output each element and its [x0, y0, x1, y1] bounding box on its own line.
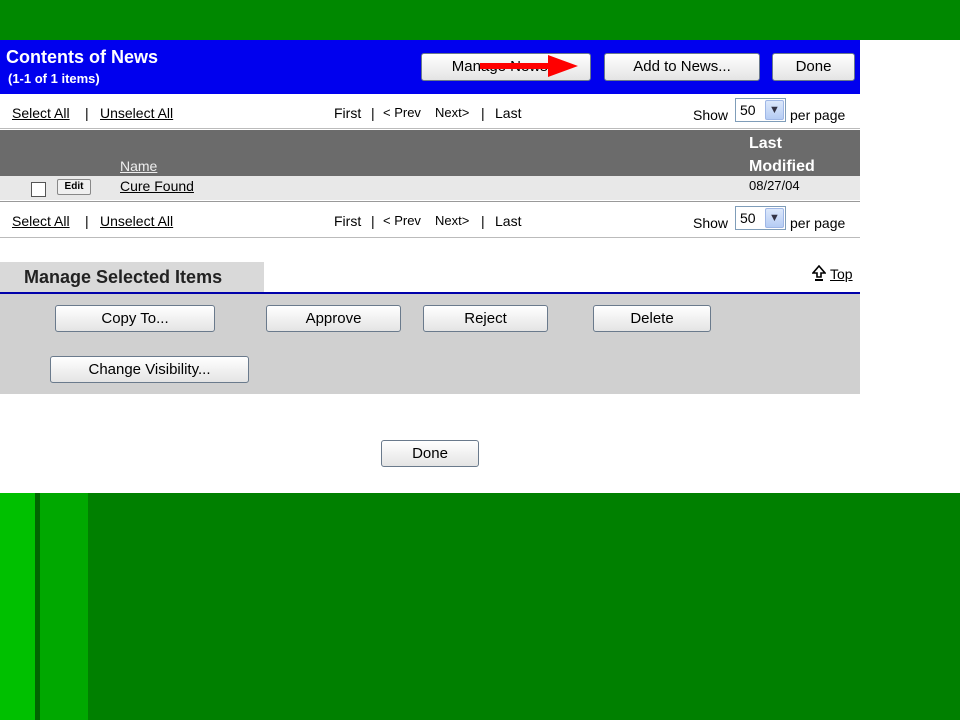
- prev-page-link[interactable]: < Prev: [383, 105, 421, 120]
- approve-button[interactable]: Approve: [266, 305, 401, 332]
- copy-to-button[interactable]: Copy To...: [55, 305, 215, 332]
- add-to-news-button[interactable]: Add to News...: [604, 53, 760, 81]
- divider: [0, 201, 860, 202]
- last-page-link[interactable]: Last: [495, 105, 521, 121]
- select-all-link[interactable]: Select All: [12, 213, 70, 229]
- per-page-select[interactable]: 50 ▼: [735, 206, 786, 230]
- item-date: 08/27/04: [749, 178, 800, 193]
- separator: |: [371, 213, 375, 229]
- slide-stripe: [40, 493, 88, 720]
- per-page-label: per page: [790, 215, 846, 231]
- column-last-modified-header: Last Modified: [749, 135, 815, 175]
- per-page-label: per page: [790, 107, 846, 123]
- per-page-select[interactable]: 50 ▼: [735, 98, 786, 122]
- pager-top: Select All | Unselect All First | < Prev…: [0, 95, 860, 130]
- next-page-link[interactable]: Next>: [435, 105, 469, 120]
- red-arrow-icon: [480, 55, 578, 77]
- page-header: Contents of News (1-1 of 1 items) Manage…: [0, 40, 860, 94]
- change-visibility-button[interactable]: Change Visibility...: [50, 356, 249, 383]
- first-page-link[interactable]: First: [334, 213, 361, 229]
- table-header: Name Last Modified: [0, 130, 860, 176]
- row-checkbox[interactable]: [31, 182, 46, 197]
- last-page-link[interactable]: Last: [495, 213, 521, 229]
- first-page-link[interactable]: First: [334, 105, 361, 121]
- separator: |: [481, 213, 485, 229]
- separator: |: [85, 105, 89, 121]
- item-count: (1-1 of 1 items): [8, 71, 100, 86]
- slide-top-band: [0, 0, 960, 40]
- per-page-value: 50: [740, 102, 756, 118]
- next-page-link[interactable]: Next>: [435, 213, 469, 228]
- done-button[interactable]: Done: [772, 53, 855, 81]
- pager-bottom: Select All | Unselect All First | < Prev…: [0, 203, 860, 238]
- divider: [0, 128, 860, 129]
- page-title: Contents of News: [6, 47, 159, 67]
- table-row: Edit Cure Found 08/27/04: [0, 176, 860, 200]
- separator: |: [371, 105, 375, 121]
- top-link[interactable]: Top: [811, 264, 853, 282]
- chevron-down-icon[interactable]: ▼: [765, 100, 784, 120]
- delete-button[interactable]: Delete: [593, 305, 711, 332]
- unselect-all-link[interactable]: Unselect All: [100, 105, 173, 121]
- show-label: Show: [693, 107, 729, 123]
- column-name-header[interactable]: Name: [120, 158, 157, 174]
- manage-section-title: Manage Selected Items: [24, 267, 223, 287]
- footer-done-button[interactable]: Done: [381, 440, 479, 467]
- chevron-down-icon[interactable]: ▼: [765, 208, 784, 228]
- separator: |: [481, 105, 485, 121]
- slide-stripe: [0, 493, 35, 720]
- top-link-label[interactable]: Top: [830, 266, 853, 282]
- up-arrow-icon: [811, 264, 827, 281]
- edit-button[interactable]: Edit: [57, 179, 91, 195]
- select-all-link[interactable]: Select All: [12, 105, 70, 121]
- unselect-all-link[interactable]: Unselect All: [100, 213, 173, 229]
- manage-panel: Copy To... Approve Reject Delete Change …: [0, 294, 860, 394]
- reject-button[interactable]: Reject: [423, 305, 548, 332]
- divider: [0, 237, 860, 238]
- show-label: Show: [693, 215, 729, 231]
- per-page-value: 50: [740, 210, 756, 226]
- manage-section-tab: Manage Selected Items: [0, 262, 264, 292]
- item-name-link[interactable]: Cure Found: [120, 178, 194, 194]
- screenshot-panel: Contents of News (1-1 of 1 items) Manage…: [0, 40, 960, 493]
- prev-page-link[interactable]: < Prev: [383, 213, 421, 228]
- separator: |: [85, 213, 89, 229]
